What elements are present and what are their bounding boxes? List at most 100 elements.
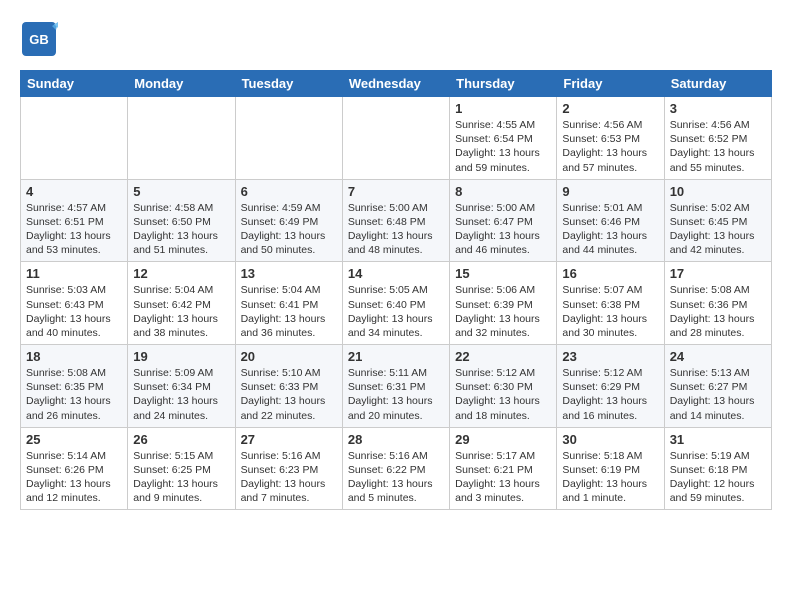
calendar-week-row: 11 Sunrise: 5:03 AM Sunset: 6:43 PM Dayli… (21, 262, 772, 345)
day-number: 17 (670, 266, 766, 281)
calendar-week-row: 1 Sunrise: 4:55 AM Sunset: 6:54 PM Daylig… (21, 97, 772, 180)
calendar-week-row: 18 Sunrise: 5:08 AM Sunset: 6:35 PM Dayli… (21, 345, 772, 428)
calendar-cell: 28 Sunrise: 5:16 AM Sunset: 6:22 PM Dayli… (342, 427, 449, 510)
day-number: 27 (241, 432, 337, 447)
day-info: Sunrise: 4:55 AM Sunset: 6:54 PM Dayligh… (455, 118, 551, 175)
calendar-cell: 24 Sunrise: 5:13 AM Sunset: 6:27 PM Dayli… (664, 345, 771, 428)
day-number: 31 (670, 432, 766, 447)
calendar-cell: 26Sunrise: 5:15 AM Sunset: 6:25 PM Dayli… (128, 427, 235, 510)
calendar-cell: 30 Sunrise: 5:18 AM Sunset: 6:19 PM Dayli… (557, 427, 664, 510)
calendar-cell: 21Sunrise: 5:11 AM Sunset: 6:31 PM Dayli… (342, 345, 449, 428)
day-number: 9 (562, 184, 658, 199)
day-number: 6 (241, 184, 337, 199)
day-info: Sunrise: 5:12 AM Sunset: 6:30 PM Dayligh… (455, 366, 551, 423)
calendar-cell: 31 Sunrise: 5:19 AM Sunset: 6:18 PM Dayli… (664, 427, 771, 510)
day-info: Sunrise: 5:10 AM Sunset: 6:33 PM Dayligh… (241, 366, 337, 423)
day-info: Sunrise: 5:00 AM Sunset: 6:47 PM Dayligh… (455, 201, 551, 258)
calendar-cell: 16 Sunrise: 5:07 AM Sunset: 6:38 PM Dayli… (557, 262, 664, 345)
day-info: Sunrise: 5:13 AM Sunset: 6:27 PM Dayligh… (670, 366, 766, 423)
day-info: Sunrise: 5:07 AM Sunset: 6:38 PM Dayligh… (562, 283, 658, 340)
calendar-cell: 17 Sunrise: 5:08 AM Sunset: 6:36 PM Dayli… (664, 262, 771, 345)
calendar-cell (128, 97, 235, 180)
calendar-cell: 29Sunrise: 5:17 AM Sunset: 6:21 PM Dayli… (450, 427, 557, 510)
calendar-cell: 2 Sunrise: 4:56 AM Sunset: 6:53 PM Daylig… (557, 97, 664, 180)
day-info: Sunrise: 4:59 AM Sunset: 6:49 PM Dayligh… (241, 201, 337, 258)
calendar-week-row: 4Sunrise: 4:57 AM Sunset: 6:51 PM Daylig… (21, 179, 772, 262)
day-info: Sunrise: 5:16 AM Sunset: 6:22 PM Dayligh… (348, 449, 444, 506)
day-info: Sunrise: 5:18 AM Sunset: 6:19 PM Dayligh… (562, 449, 658, 506)
calendar-header-row: SundayMondayTuesdayWednesdayThursdayFrid… (21, 71, 772, 97)
calendar-cell: 25Sunrise: 5:14 AM Sunset: 6:26 PM Dayli… (21, 427, 128, 510)
calendar-cell: 6 Sunrise: 4:59 AM Sunset: 6:49 PM Daylig… (235, 179, 342, 262)
day-number: 1 (455, 101, 551, 116)
day-number: 29 (455, 432, 551, 447)
day-number: 13 (241, 266, 337, 281)
day-info: Sunrise: 4:58 AM Sunset: 6:50 PM Dayligh… (133, 201, 229, 258)
weekday-header-tuesday: Tuesday (235, 71, 342, 97)
calendar-cell (235, 97, 342, 180)
day-number: 15 (455, 266, 551, 281)
day-info: Sunrise: 5:08 AM Sunset: 6:35 PM Dayligh… (26, 366, 122, 423)
day-info: Sunrise: 4:56 AM Sunset: 6:53 PM Dayligh… (562, 118, 658, 175)
day-number: 3 (670, 101, 766, 116)
day-info: Sunrise: 5:00 AM Sunset: 6:48 PM Dayligh… (348, 201, 444, 258)
calendar-cell: 3 Sunrise: 4:56 AM Sunset: 6:52 PM Daylig… (664, 97, 771, 180)
weekday-header-friday: Friday (557, 71, 664, 97)
calendar-cell: 20 Sunrise: 5:10 AM Sunset: 6:33 PM Dayli… (235, 345, 342, 428)
day-number: 20 (241, 349, 337, 364)
day-info: Sunrise: 5:05 AM Sunset: 6:40 PM Dayligh… (348, 283, 444, 340)
calendar-cell: 10Sunrise: 5:02 AM Sunset: 6:45 PM Dayli… (664, 179, 771, 262)
weekday-header-thursday: Thursday (450, 71, 557, 97)
calendar-cell (342, 97, 449, 180)
day-number: 11 (26, 266, 122, 281)
day-number: 16 (562, 266, 658, 281)
day-info: Sunrise: 5:03 AM Sunset: 6:43 PM Dayligh… (26, 283, 122, 340)
day-info: Sunrise: 5:19 AM Sunset: 6:18 PM Dayligh… (670, 449, 766, 506)
day-info: Sunrise: 4:56 AM Sunset: 6:52 PM Dayligh… (670, 118, 766, 175)
calendar-cell: 7 Sunrise: 5:00 AM Sunset: 6:48 PM Daylig… (342, 179, 449, 262)
day-number: 7 (348, 184, 444, 199)
day-number: 28 (348, 432, 444, 447)
day-info: Sunrise: 5:09 AM Sunset: 6:34 PM Dayligh… (133, 366, 229, 423)
day-number: 8 (455, 184, 551, 199)
day-number: 10 (670, 184, 766, 199)
day-number: 12 (133, 266, 229, 281)
calendar-cell: 5 Sunrise: 4:58 AM Sunset: 6:50 PM Daylig… (128, 179, 235, 262)
day-info: Sunrise: 4:57 AM Sunset: 6:51 PM Dayligh… (26, 201, 122, 258)
calendar-cell: 27Sunrise: 5:16 AM Sunset: 6:23 PM Dayli… (235, 427, 342, 510)
day-info: Sunrise: 5:01 AM Sunset: 6:46 PM Dayligh… (562, 201, 658, 258)
weekday-header-wednesday: Wednesday (342, 71, 449, 97)
day-number: 25 (26, 432, 122, 447)
page-container: GB SundayMondayTuesdayWednesdayThursdayF… (0, 0, 792, 520)
day-info: Sunrise: 5:08 AM Sunset: 6:36 PM Dayligh… (670, 283, 766, 340)
day-number: 24 (670, 349, 766, 364)
weekday-header-sunday: Sunday (21, 71, 128, 97)
calendar-cell: 22Sunrise: 5:12 AM Sunset: 6:30 PM Dayli… (450, 345, 557, 428)
calendar-cell: 1 Sunrise: 4:55 AM Sunset: 6:54 PM Daylig… (450, 97, 557, 180)
weekday-header-saturday: Saturday (664, 71, 771, 97)
day-number: 19 (133, 349, 229, 364)
day-number: 2 (562, 101, 658, 116)
day-number: 30 (562, 432, 658, 447)
calendar-week-row: 25Sunrise: 5:14 AM Sunset: 6:26 PM Dayli… (21, 427, 772, 510)
day-info: Sunrise: 5:04 AM Sunset: 6:42 PM Dayligh… (133, 283, 229, 340)
calendar-cell: 14Sunrise: 5:05 AM Sunset: 6:40 PM Dayli… (342, 262, 449, 345)
calendar-cell: 4Sunrise: 4:57 AM Sunset: 6:51 PM Daylig… (21, 179, 128, 262)
calendar-cell: 12 Sunrise: 5:04 AM Sunset: 6:42 PM Dayli… (128, 262, 235, 345)
day-number: 5 (133, 184, 229, 199)
day-info: Sunrise: 5:11 AM Sunset: 6:31 PM Dayligh… (348, 366, 444, 423)
calendar-cell: 13 Sunrise: 5:04 AM Sunset: 6:41 PM Dayli… (235, 262, 342, 345)
header: GB (20, 20, 772, 58)
logo-icon: GB (20, 20, 58, 58)
calendar-cell: 23Sunrise: 5:12 AM Sunset: 6:29 PM Dayli… (557, 345, 664, 428)
day-number: 18 (26, 349, 122, 364)
calendar-cell: 8 Sunrise: 5:00 AM Sunset: 6:47 PM Daylig… (450, 179, 557, 262)
svg-text:GB: GB (29, 32, 49, 47)
calendar-cell: 19 Sunrise: 5:09 AM Sunset: 6:34 PM Dayli… (128, 345, 235, 428)
day-info: Sunrise: 5:04 AM Sunset: 6:41 PM Dayligh… (241, 283, 337, 340)
day-info: Sunrise: 5:06 AM Sunset: 6:39 PM Dayligh… (455, 283, 551, 340)
calendar-table: SundayMondayTuesdayWednesdayThursdayFrid… (20, 70, 772, 510)
calendar-cell: 15 Sunrise: 5:06 AM Sunset: 6:39 PM Dayli… (450, 262, 557, 345)
day-number: 26 (133, 432, 229, 447)
logo-area: GB (20, 20, 62, 58)
